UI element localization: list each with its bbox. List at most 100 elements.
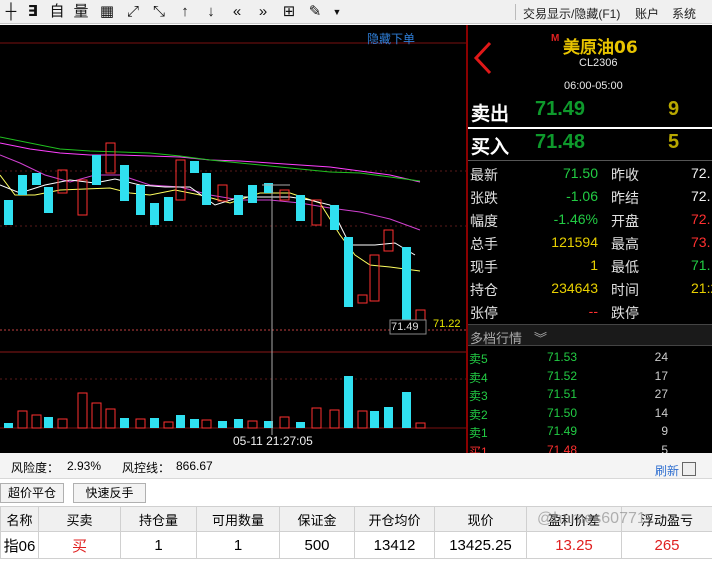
column-header[interactable]: 现价 xyxy=(434,506,527,532)
volume-bar xyxy=(344,376,353,428)
table-row[interactable]: 指06 买 1 1 500 13412 13425.25 13.25 265 xyxy=(0,531,712,559)
draw-pen-icon[interactable]: ✎ xyxy=(304,2,326,22)
instrument-code: CL2306 xyxy=(579,57,618,69)
depth-label: 卖5 xyxy=(469,352,488,366)
volume-bar xyxy=(234,419,243,428)
candlesticks xyxy=(4,142,426,324)
refresh-label: 刷新 xyxy=(655,464,680,478)
exit-icon[interactable]: ∃ xyxy=(22,2,44,22)
candle xyxy=(150,203,159,225)
quote-field-label: 张停 xyxy=(470,305,498,321)
custom-indicator-icon[interactable]: 自 xyxy=(46,2,68,22)
quote-field-value: -1.46% xyxy=(553,211,598,227)
quote-field-label: 总手 xyxy=(470,236,498,252)
depth-row[interactable]: 卖4 71.52 17 xyxy=(468,367,712,385)
zoom-in-icon[interactable]: ⤢ xyxy=(122,2,144,22)
quote-row: 张跌 -1.06 昨结 72. xyxy=(468,186,712,209)
volume-bar xyxy=(402,392,411,428)
volume-bar xyxy=(357,410,368,429)
quote-field-label: 现手 xyxy=(470,259,498,275)
column-header[interactable]: 盈利价差 xyxy=(526,506,622,532)
cross-line-icon[interactable]: ┼ xyxy=(0,2,22,22)
action-row: 超价平仓 快速反手 xyxy=(0,480,712,505)
depth-qty: 24 xyxy=(654,350,668,364)
hide-order-button[interactable]: 隐藏下单 xyxy=(367,30,415,47)
main-contract-marker: M xyxy=(551,33,560,44)
column-header[interactable]: 买卖 xyxy=(38,506,121,532)
candle xyxy=(344,237,353,307)
window-icon[interactable]: ▦ xyxy=(96,2,118,22)
column-header[interactable]: 可用数量 xyxy=(196,506,280,532)
candle xyxy=(105,142,116,174)
bid-price: 71.48 xyxy=(535,131,586,153)
depth-row[interactable]: 卖3 71.51 27 xyxy=(468,385,712,403)
dropdown-arrow-icon[interactable]: ▼ xyxy=(326,2,348,22)
depth-row[interactable]: 卖1 71.49 9 xyxy=(468,422,712,440)
menu-account[interactable]: 账户 xyxy=(635,5,659,22)
arrow-down-icon[interactable]: ↓ xyxy=(200,2,222,22)
candle xyxy=(32,173,41,185)
table-cell: 13425.25 xyxy=(434,531,527,559)
back-arrow-icon[interactable] xyxy=(472,41,494,75)
price-tag: 71.49 xyxy=(391,321,419,333)
column-header[interactable]: 持仓量 xyxy=(120,506,197,532)
arrow-up-icon[interactable]: ↑ xyxy=(174,2,196,22)
candle xyxy=(164,197,173,221)
zoom-out-icon[interactable]: ⤡ xyxy=(148,2,170,22)
bid-row[interactable]: 买入 71.48 5 xyxy=(468,129,712,160)
quote-field-value: 71. xyxy=(691,257,711,273)
depth-row[interactable]: 买1 71.48 5 xyxy=(468,441,712,454)
quote-row: 总手 121594 最高 73. xyxy=(468,232,712,255)
volume-bar xyxy=(17,410,28,429)
quick-reverse-button[interactable]: 快速反手 xyxy=(73,483,146,503)
volume-bar xyxy=(57,418,68,429)
column-header[interactable]: 名称 xyxy=(0,506,39,532)
quote-field-label: 幅度 xyxy=(470,213,498,229)
over-price-close-button[interactable]: 超价平仓 xyxy=(0,483,64,503)
grid-layout-icon[interactable]: ⊞ xyxy=(278,2,300,22)
depth-label: 卖1 xyxy=(469,426,488,440)
volume-bar xyxy=(4,423,13,428)
bid-label: 买入 xyxy=(471,136,510,158)
depth-row[interactable]: 卖5 71.53 24 xyxy=(468,348,712,366)
crosshair-time-label: 05-11 21:27:05 xyxy=(233,434,313,448)
depth-row[interactable]: 卖2 71.50 14 xyxy=(468,404,712,422)
column-header[interactable]: 浮动盈亏 xyxy=(621,506,712,532)
page-left-icon[interactable]: « xyxy=(226,2,248,22)
ask-price: 71.49 xyxy=(535,98,586,120)
control-value: 866.67 xyxy=(176,459,213,473)
positions-table: 名称 买卖 持仓量 可用数量 保证金 开仓均价 现价 盈利价差 浮动盈亏 指06 买 1 1 500 13… xyxy=(0,506,712,564)
quote-row: 最新 71.50 昨收 72. xyxy=(468,163,712,186)
quote-row: 持仓 234643 时间 21:28: xyxy=(468,278,712,301)
candle xyxy=(77,179,88,216)
quote-field-value: 121594 xyxy=(551,234,598,250)
menu-system[interactable]: 系统 xyxy=(672,5,696,22)
page-right-icon[interactable]: » xyxy=(252,2,274,22)
depth-price: 71.51 xyxy=(547,387,578,401)
depth-header[interactable]: 多档行情 ︾ xyxy=(468,324,712,346)
candle xyxy=(234,195,243,215)
volume-bar xyxy=(247,420,258,429)
depth-qty: 27 xyxy=(654,387,668,401)
column-header[interactable]: 保证金 xyxy=(279,506,355,532)
ask-row[interactable]: 卖出 71.49 9 xyxy=(468,96,712,127)
kline-chart[interactable]: 71.49 71.22 05-11 21:27:05 隐藏下单 xyxy=(0,25,466,453)
volume-bar xyxy=(135,418,146,429)
menu-trade-toggle[interactable]: 交易显示/隐藏(F1) xyxy=(523,5,620,22)
candle xyxy=(4,200,13,225)
table-cell: 1 xyxy=(120,531,197,559)
column-header[interactable]: 开仓均价 xyxy=(354,506,435,532)
chart-canvas: 71.49 71.22 05-11 21:27:05 xyxy=(0,42,466,448)
depth-qty: 14 xyxy=(654,405,668,420)
quote-divider xyxy=(468,160,712,161)
candle xyxy=(190,161,199,173)
quote-row: 张停 -- 跌停 xyxy=(468,301,712,324)
table-cell: 265 xyxy=(621,531,712,559)
ask-label: 卖出 xyxy=(471,103,510,125)
volume-icon[interactable]: 量 xyxy=(70,2,92,22)
volume-bars xyxy=(4,376,426,429)
volume-bar xyxy=(190,419,199,428)
refresh-button[interactable]: 刷新 xyxy=(652,456,712,478)
candle xyxy=(120,165,129,201)
quote-field-value: 1 xyxy=(590,257,598,273)
